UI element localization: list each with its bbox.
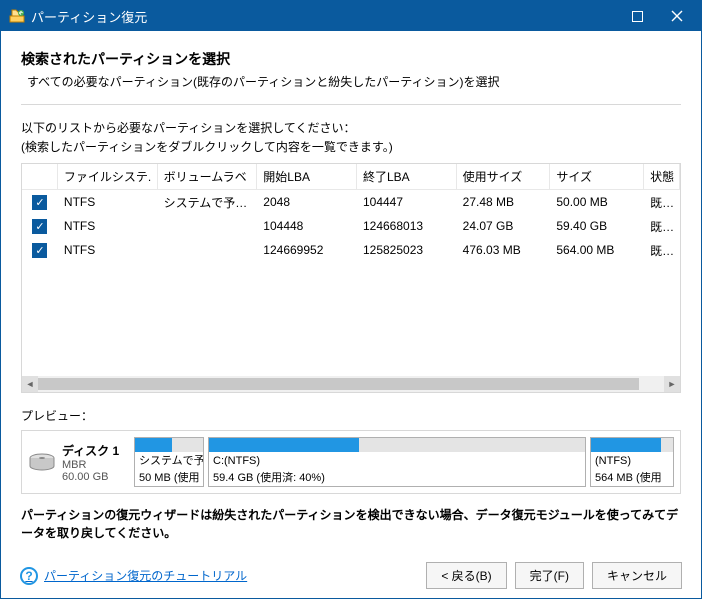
cell-used-size: 476.03 MB — [457, 243, 551, 257]
help-link[interactable]: ? パーティション復元のチュートリアル — [20, 567, 418, 585]
cell-volume-label: システムで予約... — [158, 194, 258, 211]
preview-panel: ディスク 1 MBR 60.00 GB システムで予約50 MB (使用C:(N… — [21, 430, 681, 494]
cancel-button[interactable]: キャンセル — [592, 562, 682, 589]
content-area: 検索されたパーティションを選択 すべての必要なパーティション(既存のパーティショ… — [1, 31, 701, 552]
cell-used-size: 27.48 MB — [457, 195, 551, 209]
horizontal-scrollbar[interactable]: ◄ ► — [22, 376, 680, 392]
finish-button[interactable]: 完了(F) — [515, 562, 584, 589]
partition-usage-bar — [135, 438, 203, 452]
cell-status: 既存 — [644, 242, 680, 259]
col-volume-label[interactable]: ボリュームラベ — [158, 164, 258, 189]
partition-name: システムで予約 — [135, 452, 203, 469]
table-row[interactable]: ✓ NTFS 124669952125825023476.03 MB564.00 M… — [22, 238, 680, 262]
col-start-lba[interactable]: 開始LBA — [257, 164, 357, 189]
cell-used-size: 24.07 GB — [457, 219, 551, 233]
cell-filesystem: NTFS — [58, 243, 158, 257]
cell-end-lba: 104447 — [357, 195, 457, 209]
cell-start-lba: 104448 — [257, 219, 357, 233]
maximize-button[interactable] — [617, 2, 657, 30]
partition-block[interactable]: (NTFS)564 MB (使用 — [590, 437, 674, 487]
scroll-right-icon[interactable]: ► — [664, 376, 680, 392]
cell-size: 564.00 MB — [550, 243, 644, 257]
preview-label: プレビュー： — [21, 407, 681, 424]
partition-usage-bar — [209, 438, 585, 452]
disk-icon — [28, 452, 56, 472]
check-icon: ✓ — [32, 219, 47, 234]
check-icon: ✓ — [32, 195, 47, 210]
table-body: ✓NTFSシステムで予約...204810444727.48 MB50.00 M… — [22, 190, 680, 262]
disk-info: ディスク 1 MBR 60.00 GB — [28, 437, 130, 487]
instruction-line2: (検索したパーティションをダブルクリックして内容を一覧できます。) — [21, 138, 681, 155]
partition-bars: システムで予約50 MB (使用C:(NTFS)59.4 GB (使用済: 40… — [134, 437, 674, 487]
cell-status: 既存 — [644, 218, 680, 235]
partition-table: ファイルシステ. ボリュームラベ 開始LBA 終了LBA 使用サイズ サイズ 状… — [21, 163, 681, 393]
scroll-thumb[interactable] — [38, 378, 639, 390]
help-link-text: パーティション復元のチュートリアル — [44, 567, 247, 584]
row-checkbox[interactable]: ✓ — [22, 195, 58, 210]
disk-type: MBR — [62, 459, 119, 471]
partition-detail: 50 MB (使用 — [135, 469, 203, 486]
divider — [21, 104, 681, 105]
disk-size: 60.00 GB — [62, 471, 119, 483]
help-icon: ? — [20, 567, 38, 585]
cell-status: 既存 — [644, 194, 680, 211]
row-checkbox[interactable]: ✓ — [22, 219, 58, 234]
partition-block[interactable]: C:(NTFS)59.4 GB (使用済: 40%) — [208, 437, 586, 487]
partition-usage-bar — [591, 438, 673, 452]
app-icon — [9, 8, 25, 24]
col-status[interactable]: 状態 — [644, 164, 680, 189]
disk-name: ディスク 1 — [62, 442, 119, 459]
col-checkbox[interactable] — [22, 164, 58, 189]
col-used-size[interactable]: 使用サイズ — [457, 164, 551, 189]
back-button[interactable]: < 戻る(B) — [426, 562, 506, 589]
check-icon: ✓ — [32, 243, 47, 258]
scroll-left-icon[interactable]: ◄ — [22, 376, 38, 392]
partition-block[interactable]: システムで予約50 MB (使用 — [134, 437, 204, 487]
close-icon — [671, 10, 683, 22]
cell-filesystem: NTFS — [58, 219, 158, 233]
scroll-track[interactable] — [38, 376, 664, 392]
close-button[interactable] — [657, 2, 697, 30]
footer: ? パーティション復元のチュートリアル < 戻る(B) 完了(F) キャンセル — [20, 562, 682, 589]
note-text: パーティションの復元ウィザードは紛失されたパーティションを検出できない場合、デー… — [21, 506, 681, 542]
page-subheading: すべての必要なパーティション(既存のパーティションと紛失したパーティション)を選… — [27, 73, 681, 90]
col-size[interactable]: サイズ — [550, 164, 644, 189]
cell-size: 50.00 MB — [550, 195, 644, 209]
cell-size: 59.40 GB — [550, 219, 644, 233]
page-heading: 検索されたパーティションを選択 — [21, 49, 681, 69]
partition-name: (NTFS) — [591, 452, 673, 469]
partition-detail: 564 MB (使用 — [591, 469, 673, 486]
col-end-lba[interactable]: 終了LBA — [357, 164, 457, 189]
cell-end-lba: 125825023 — [357, 243, 457, 257]
titlebar: パーティション復元 — [1, 1, 701, 31]
partition-name: C:(NTFS) — [209, 452, 585, 469]
cell-filesystem: NTFS — [58, 195, 158, 209]
table-header: ファイルシステ. ボリュームラベ 開始LBA 終了LBA 使用サイズ サイズ 状… — [22, 164, 680, 190]
cell-end-lba: 124668013 — [357, 219, 457, 233]
table-row[interactable]: ✓ NTFSシステムで予約...204810444727.48 MB50.00 M… — [22, 190, 680, 214]
cell-start-lba: 124669952 — [257, 243, 357, 257]
instruction-line1: 以下のリストから必要なパーティションを選択してください： — [21, 119, 681, 136]
partition-detail: 59.4 GB (使用済: 40%) — [209, 469, 585, 486]
maximize-icon — [632, 11, 643, 22]
cell-start-lba: 2048 — [257, 195, 357, 209]
col-filesystem[interactable]: ファイルシステ. — [58, 164, 158, 189]
window-title: パーティション復元 — [31, 7, 617, 26]
table-row[interactable]: ✓ NTFS 10444812466801324.07 GB59.40 GB既存 — [22, 214, 680, 238]
row-checkbox[interactable]: ✓ — [22, 243, 58, 258]
